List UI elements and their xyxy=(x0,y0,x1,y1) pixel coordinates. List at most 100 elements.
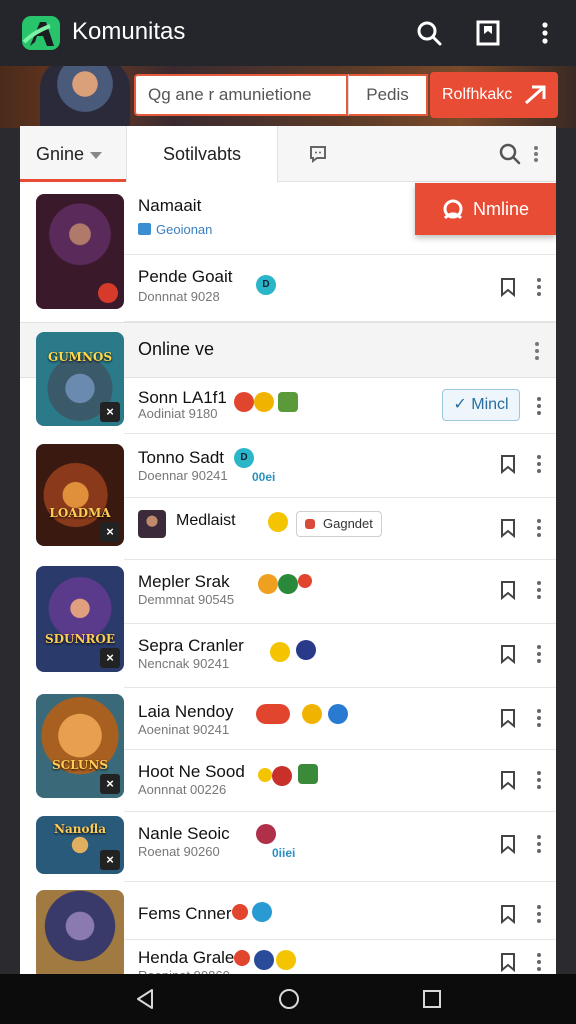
game-thumbnail[interactable]: SDUNROE × xyxy=(36,566,124,672)
bookmark-icon[interactable] xyxy=(500,708,516,728)
entry-name: Tonno Sadt xyxy=(138,448,225,467)
app-logo-icon xyxy=(22,16,60,50)
game-thumbnail[interactable] xyxy=(36,890,124,976)
chat-icon[interactable] xyxy=(308,144,328,164)
more-vert-icon[interactable] xyxy=(530,18,560,48)
list-item[interactable]: Nanle Seoic Roenat 90260 0iiei xyxy=(124,812,556,882)
badge-icon: D xyxy=(256,275,276,295)
entry-name: Medlaist xyxy=(176,512,236,529)
more-vert-icon[interactable] xyxy=(536,770,542,790)
game-thumbnail[interactable]: LOADMA × xyxy=(36,444,124,546)
emoji-icon xyxy=(256,824,276,844)
entry-sub: Nencnak 90241 xyxy=(138,656,230,671)
entry-sub-text: Geoionan xyxy=(156,222,213,237)
entry-sub: Demmnat 90545 xyxy=(138,592,235,607)
emoji-icon xyxy=(252,902,272,922)
bookmark-box-icon[interactable] xyxy=(473,18,503,48)
panel-more-icon[interactable] xyxy=(532,144,540,164)
entry-tag: 00ei xyxy=(252,470,276,484)
emoji-icon xyxy=(258,574,278,594)
more-vert-icon[interactable] xyxy=(536,904,542,924)
send-icon xyxy=(525,85,546,105)
game-thumbnail[interactable]: SCLUNS × xyxy=(36,694,124,798)
community-panel: Gnine Sotilvabts Namaait Geoionan Nmline xyxy=(20,126,556,976)
list-item[interactable]: Laia Nendoy Aoeninat 90241 xyxy=(124,688,556,750)
entry-name: Sepra Cranler xyxy=(138,636,244,655)
close-icon[interactable]: × xyxy=(100,774,120,794)
bookmark-icon[interactable] xyxy=(500,277,516,297)
more-vert-icon[interactable] xyxy=(536,518,542,538)
entry-name: Sonn LA1f1 xyxy=(138,388,227,407)
emoji-icon xyxy=(234,392,254,412)
bookmark-icon[interactable] xyxy=(500,834,516,854)
list-item[interactable]: Sonn LA1f1 Aodiniat 9180 ✓ Mincl xyxy=(124,378,556,434)
close-icon[interactable]: × xyxy=(100,522,120,542)
online-badge-label: Nmline xyxy=(473,199,530,219)
emoji-icon xyxy=(276,950,296,970)
entry-name: Namaait xyxy=(138,196,202,215)
entry-name: Henda Grale xyxy=(138,948,235,967)
more-vert-icon[interactable] xyxy=(536,952,542,972)
user-circle-icon xyxy=(443,199,463,220)
list-item[interactable]: Pende Goait Donnnat 9028 D xyxy=(124,254,556,322)
cta-button[interactable]: Rolfhkakc xyxy=(430,72,558,118)
filter-button[interactable]: Pedis xyxy=(348,74,428,116)
thumbnail-caption: Nanofla xyxy=(54,822,106,836)
list-item[interactable]: Hoot Ne Sood Aonnnat 00226 xyxy=(124,750,556,812)
entry-tag: 0iiei xyxy=(272,846,296,860)
list-item[interactable]: Henda Grale Roeninat 90860 xyxy=(124,940,556,976)
thumbnail-caption: SDUNROE xyxy=(44,632,116,646)
chevron-down-icon xyxy=(90,151,103,159)
follow-button-label: Mincl xyxy=(471,396,509,413)
recents-icon[interactable] xyxy=(421,987,443,1011)
close-icon[interactable]: × xyxy=(100,402,120,422)
avatar xyxy=(138,510,166,538)
more-vert-icon[interactable] xyxy=(536,580,542,600)
thumbnail-caption: SCLUNS xyxy=(51,758,109,772)
bookmark-icon[interactable] xyxy=(500,904,516,924)
game-thumbnail[interactable]: GUMNOS × xyxy=(36,332,124,426)
list-item[interactable]: Tonno Sadt Doennar 90241 D 00ei xyxy=(124,434,556,498)
back-icon[interactable] xyxy=(134,987,156,1011)
more-vert-icon[interactable] xyxy=(536,454,542,474)
cta-button-label: Rolfhkakc xyxy=(442,86,513,103)
follow-button[interactable]: ✓ Mincl xyxy=(442,389,520,421)
bookmark-icon[interactable] xyxy=(500,952,516,972)
emoji-icon xyxy=(234,950,250,966)
emoji-icon xyxy=(270,642,290,662)
emoji-icon xyxy=(298,574,312,588)
bookmark-icon[interactable] xyxy=(500,454,516,474)
tab-bar: Gnine Sotilvabts xyxy=(20,126,556,182)
bookmark-icon[interactable] xyxy=(500,644,516,664)
section-more-icon[interactable] xyxy=(534,341,540,361)
tab-online[interactable]: Gnine xyxy=(20,126,126,182)
close-icon[interactable]: × xyxy=(100,648,120,668)
game-thumbnail[interactable] xyxy=(36,194,124,309)
more-vert-icon[interactable] xyxy=(536,708,542,728)
list-item[interactable]: Sepra Cranler Nencnak 90241 xyxy=(124,624,556,688)
bookmark-icon[interactable] xyxy=(500,580,516,600)
gadget-chip[interactable]: Gagndet xyxy=(296,511,382,537)
section-title: Online ve xyxy=(138,339,215,359)
more-vert-icon[interactable] xyxy=(536,834,542,854)
emoji-icon xyxy=(296,640,316,660)
panel-search-icon[interactable] xyxy=(498,142,522,166)
list-item[interactable]: Medlaist Gagndet xyxy=(124,498,556,560)
emoji-icon xyxy=(268,512,288,532)
bookmark-icon[interactable] xyxy=(500,518,516,538)
home-icon[interactable] xyxy=(277,987,301,1011)
message-icon xyxy=(138,223,151,235)
close-icon[interactable]: × xyxy=(100,850,120,870)
more-vert-icon[interactable] xyxy=(536,396,542,416)
list-item[interactable]: Fems Cnner xyxy=(124,882,556,940)
entry-sub: Doennar 90241 xyxy=(138,468,228,483)
game-thumbnail[interactable]: Nanofla × xyxy=(36,816,124,874)
tab-subscriptions[interactable]: Sotilvabts xyxy=(126,126,278,182)
search-icon[interactable] xyxy=(414,18,444,48)
list-item[interactable]: Mepler Srak Demmnat 90545 xyxy=(124,560,556,624)
more-vert-icon[interactable] xyxy=(536,644,542,664)
online-status-button[interactable]: Nmline xyxy=(415,183,556,235)
community-search-input[interactable]: Qg ane r amunietione xyxy=(134,74,348,116)
bookmark-icon[interactable] xyxy=(500,770,516,790)
more-vert-icon[interactable] xyxy=(536,277,542,297)
